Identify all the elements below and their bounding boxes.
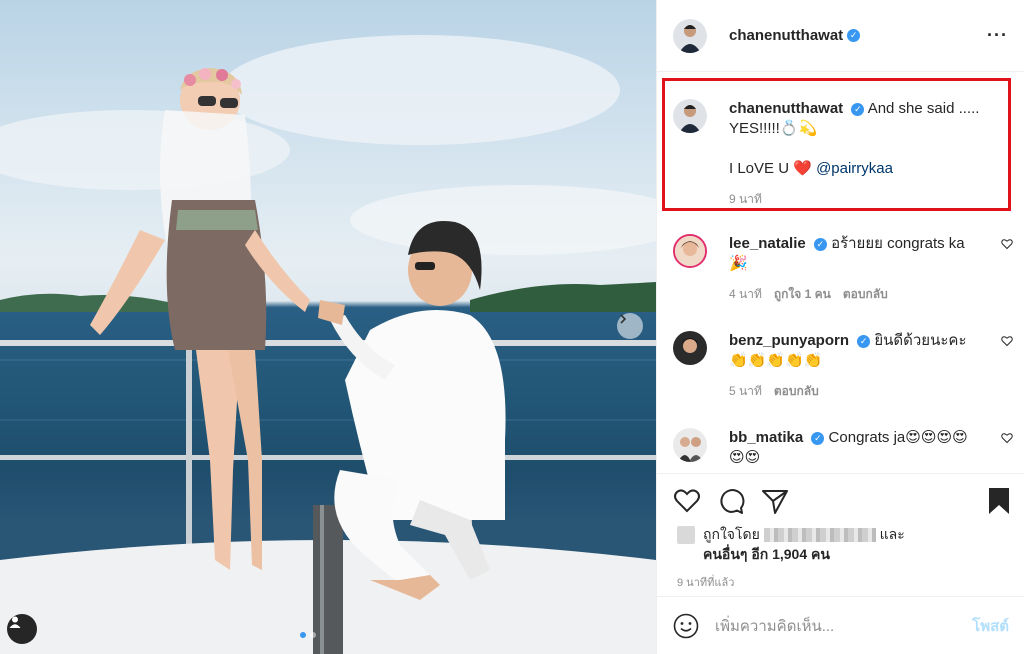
caption-line-1: And she said .....	[867, 100, 980, 117]
liked-by-prefix: ถูกใจโดย	[703, 526, 760, 542]
more-options-icon[interactable]: ···	[987, 25, 1008, 46]
commenter-avatar[interactable]	[673, 331, 707, 365]
profile-photo-icon	[675, 236, 705, 266]
like-comment-icon[interactable]	[1001, 432, 1013, 444]
blurred-username	[763, 528, 876, 543]
verified-badge-icon: ✓	[851, 102, 865, 116]
comment-text: Congrats ja😍😍😍😍	[828, 429, 968, 446]
verified-badge-icon: ✓	[813, 237, 827, 251]
comment-item: benz_punyaporn ✓ ยินดีด้วยนะคะ 👏👏👏👏👏 5 น…	[673, 331, 1013, 401]
comment-text: ยินดีด้วยนะคะ	[874, 332, 967, 349]
carousel-next-button[interactable]	[617, 313, 643, 339]
liker-avatar[interactable]	[677, 526, 695, 544]
post-photo[interactable]	[0, 0, 656, 654]
add-comment-bar: เพิ่มความคิดเห็น... โพสต์	[657, 596, 1024, 654]
like-comment-icon[interactable]	[1001, 238, 1013, 250]
caption-line-3: I LoVE U	[729, 160, 790, 177]
post-header: chanenutthawat ✓ ···	[657, 0, 1024, 72]
profile-photo-icon	[673, 99, 707, 133]
proposal-scene-image	[0, 35, 656, 654]
heart-icon[interactable]	[673, 487, 701, 515]
like-comment-icon[interactable]	[1001, 335, 1013, 347]
caption-mention-link[interactable]: @pairrykaa	[816, 160, 893, 177]
comment-text: อร้ายยย congrats ka	[831, 235, 965, 252]
comment-username[interactable]: lee_natalie	[729, 235, 806, 252]
likes-summary: ถูกใจโดย และ คนอื่นๆ อีก 1,904 คน	[677, 524, 905, 564]
comment-time[interactable]: 4 นาที	[729, 284, 762, 304]
verified-badge-icon: ✓	[847, 29, 861, 42]
comment-text-line-2: 👏👏👏👏👏	[729, 352, 823, 369]
comment-text-line-2: 🎉	[729, 255, 748, 272]
emoji-icon[interactable]	[673, 613, 699, 639]
caption-time[interactable]: 9 นาที	[729, 189, 762, 209]
comment-text-line-2: 😍😍	[729, 449, 761, 466]
comment-reply-button[interactable]: ตอบกลับ	[843, 284, 888, 304]
comment-item: lee_natalie ✓ อร้ายยย congrats ka 🎉 4 นา…	[673, 234, 1013, 304]
comment-reply-button[interactable]: ตอบกลับ	[774, 381, 819, 401]
user-icon	[9, 616, 21, 628]
author-avatar[interactable]	[673, 18, 707, 53]
share-icon[interactable]	[761, 487, 789, 515]
carousel-dot-active	[300, 632, 306, 638]
caption-username[interactable]: chanenutthawat	[729, 100, 843, 117]
carousel-dot	[310, 632, 316, 638]
profile-photo-icon	[673, 331, 707, 365]
liked-by-suffix: และ	[879, 526, 905, 542]
verified-badge-icon: ✓	[811, 431, 825, 445]
post-side-panel: chanenutthawat ✓ ··· chanenutthawat ✓ An…	[656, 0, 1024, 654]
comment-username[interactable]: bb_matika	[729, 429, 803, 446]
comment-username[interactable]: benz_punyaporn	[729, 332, 849, 349]
comment-icon[interactable]	[717, 487, 745, 515]
caption-line-2: YES!!!!!💍💫	[729, 120, 818, 137]
verified-badge-icon: ✓	[857, 334, 871, 348]
post-comment-button[interactable]: โพสต์	[972, 614, 1009, 638]
comment-likes[interactable]: ถูกใจ 1 คน	[774, 284, 831, 304]
author-username[interactable]: chanenutthawat	[729, 27, 843, 44]
caption-author-avatar[interactable]	[673, 99, 707, 133]
bookmark-icon[interactable]	[987, 487, 1011, 515]
others-liked-count[interactable]: คนอื่นๆ อีก 1,904 คน	[703, 544, 905, 564]
comment-input[interactable]: เพิ่มความคิดเห็น...	[715, 614, 972, 638]
tagged-users-button[interactable]	[7, 614, 37, 644]
commenter-avatar[interactable]	[673, 234, 707, 268]
commenter-avatar[interactable]	[673, 428, 707, 462]
carousel-indicator	[300, 632, 316, 638]
comments-list: chanenutthawat ✓ And she said ..... YES!…	[657, 73, 1024, 473]
comment-time[interactable]: 5 นาที	[729, 381, 762, 401]
post-timestamp[interactable]: 9 นาทีที่แล้ว	[677, 573, 734, 591]
profile-photo-icon	[673, 428, 707, 462]
comment-item: bb_matika ✓ Congrats ja😍😍😍😍 😍😍	[673, 428, 1013, 468]
post-caption: chanenutthawat ✓ And she said ..... YES!…	[673, 99, 1013, 209]
profile-photo-icon	[673, 18, 707, 53]
chevron-right-icon	[620, 314, 627, 324]
heart-emoji: ❤️	[793, 160, 812, 177]
post-actions: ถูกใจโดย และ คนอื่นๆ อีก 1,904 คน 9 นาที…	[657, 473, 1024, 595]
